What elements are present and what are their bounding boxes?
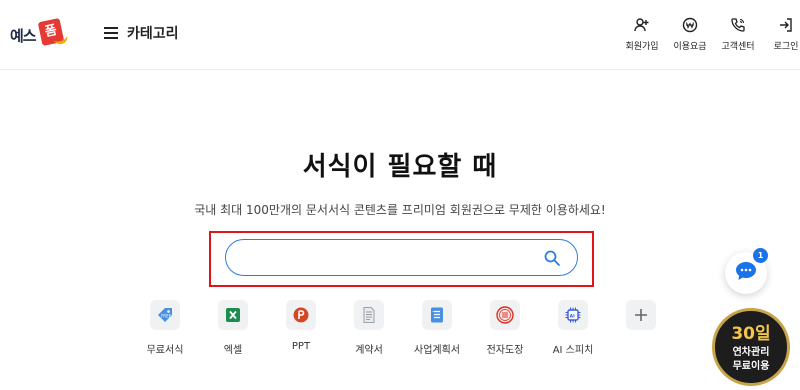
category-label: 카테고리 [127,26,179,42]
chat-bubble-icon [735,261,757,285]
logo-text: 예스 [10,27,37,45]
nav-support[interactable]: 고객센터 [714,16,762,52]
category-excel-label: 엑셀 [223,345,243,356]
category-more[interactable] [607,300,675,356]
category-business-plan-tile [422,300,452,330]
stamp-icon [495,305,515,325]
promo-line1: 연차관리 [732,347,770,358]
won-icon [681,16,699,34]
business-plan-icon [428,306,446,324]
free-tag-icon: FREE [156,306,174,324]
nav-support-label: 고객센터 [721,42,755,52]
category-ppt-tile [286,300,316,330]
search-input[interactable] [242,246,532,270]
contract-icon [360,306,378,324]
hero-title: 서식이 필요할 때 [302,152,498,182]
category-contract-label: 계약서 [355,345,383,356]
site-logo[interactable]: 예스 폼 [10,17,70,50]
nav-signup[interactable]: 회원가입 [618,16,666,52]
category-ai-speech[interactable]: AI AI 스피치 [539,300,607,356]
search-icon[interactable] [543,249,561,267]
nav-signup-label: 회원가입 [625,42,659,52]
hamburger-icon [104,27,118,39]
nav-login[interactable]: 로그인 [762,16,800,52]
nav-login-label: 로그인 [773,42,799,52]
promo-line2: 무료이용 [732,361,770,372]
category-ppt-label: PPT [291,341,311,352]
excel-icon [224,306,242,324]
category-excel-tile [218,300,248,330]
category-free-forms-label: 무료서식 [146,345,184,356]
category-more-tile [626,300,656,330]
ppt-icon [292,306,310,324]
category-excel[interactable]: 엑셀 [199,300,267,356]
plus-icon [633,307,649,323]
category-business-plan-label: 사업계획서 [414,345,460,356]
hero-subtitle: 국내 최대 100만개의 문서서식 콘텐츠를 프리미엄 회원권으로 무제한 이용… [194,203,606,217]
login-icon [777,16,795,34]
category-shortcuts: FREE 무료서식 엑셀 PPT 계약서 사업계획서 전자도장 AI AI 스피… [131,300,675,356]
category-contract[interactable]: 계약서 [335,300,403,356]
category-ppt[interactable]: PPT [267,300,335,356]
header-nav: 회원가입 이용요금 고객센터 로그인 [618,16,800,52]
category-ai-speech-tile: AI [558,300,588,330]
category-free-forms[interactable]: FREE 무료서식 [131,300,199,356]
header: 예스 폼 카테고리 회원가입 이용요금 고객센터 로그인 [0,0,800,70]
promo-days: 30일 [731,324,771,344]
category-menu-button[interactable]: 카테고리 [104,22,179,44]
nav-pricing[interactable]: 이용요금 [666,16,714,52]
nav-pricing-label: 이용요금 [673,42,707,52]
ai-chip-icon: AI [564,306,582,324]
phone-icon [729,16,747,34]
search-bar [225,239,578,276]
add-user-icon [633,16,651,34]
category-ai-speech-label: AI 스피치 [552,345,594,356]
category-stamp[interactable]: 전자도장 [471,300,539,356]
category-stamp-tile [490,300,520,330]
category-free-forms-tile: FREE [150,300,180,330]
category-stamp-label: 전자도장 [486,345,524,356]
svg-text:AI: AI [570,313,575,319]
chat-notification-badge: 1 [753,248,768,263]
svg-text:FREE: FREE [161,314,172,319]
promo-badge[interactable]: 30일 연차관리 무료이용 [712,308,790,386]
category-business-plan[interactable]: 사업계획서 [403,300,471,356]
category-contract-tile [354,300,384,330]
